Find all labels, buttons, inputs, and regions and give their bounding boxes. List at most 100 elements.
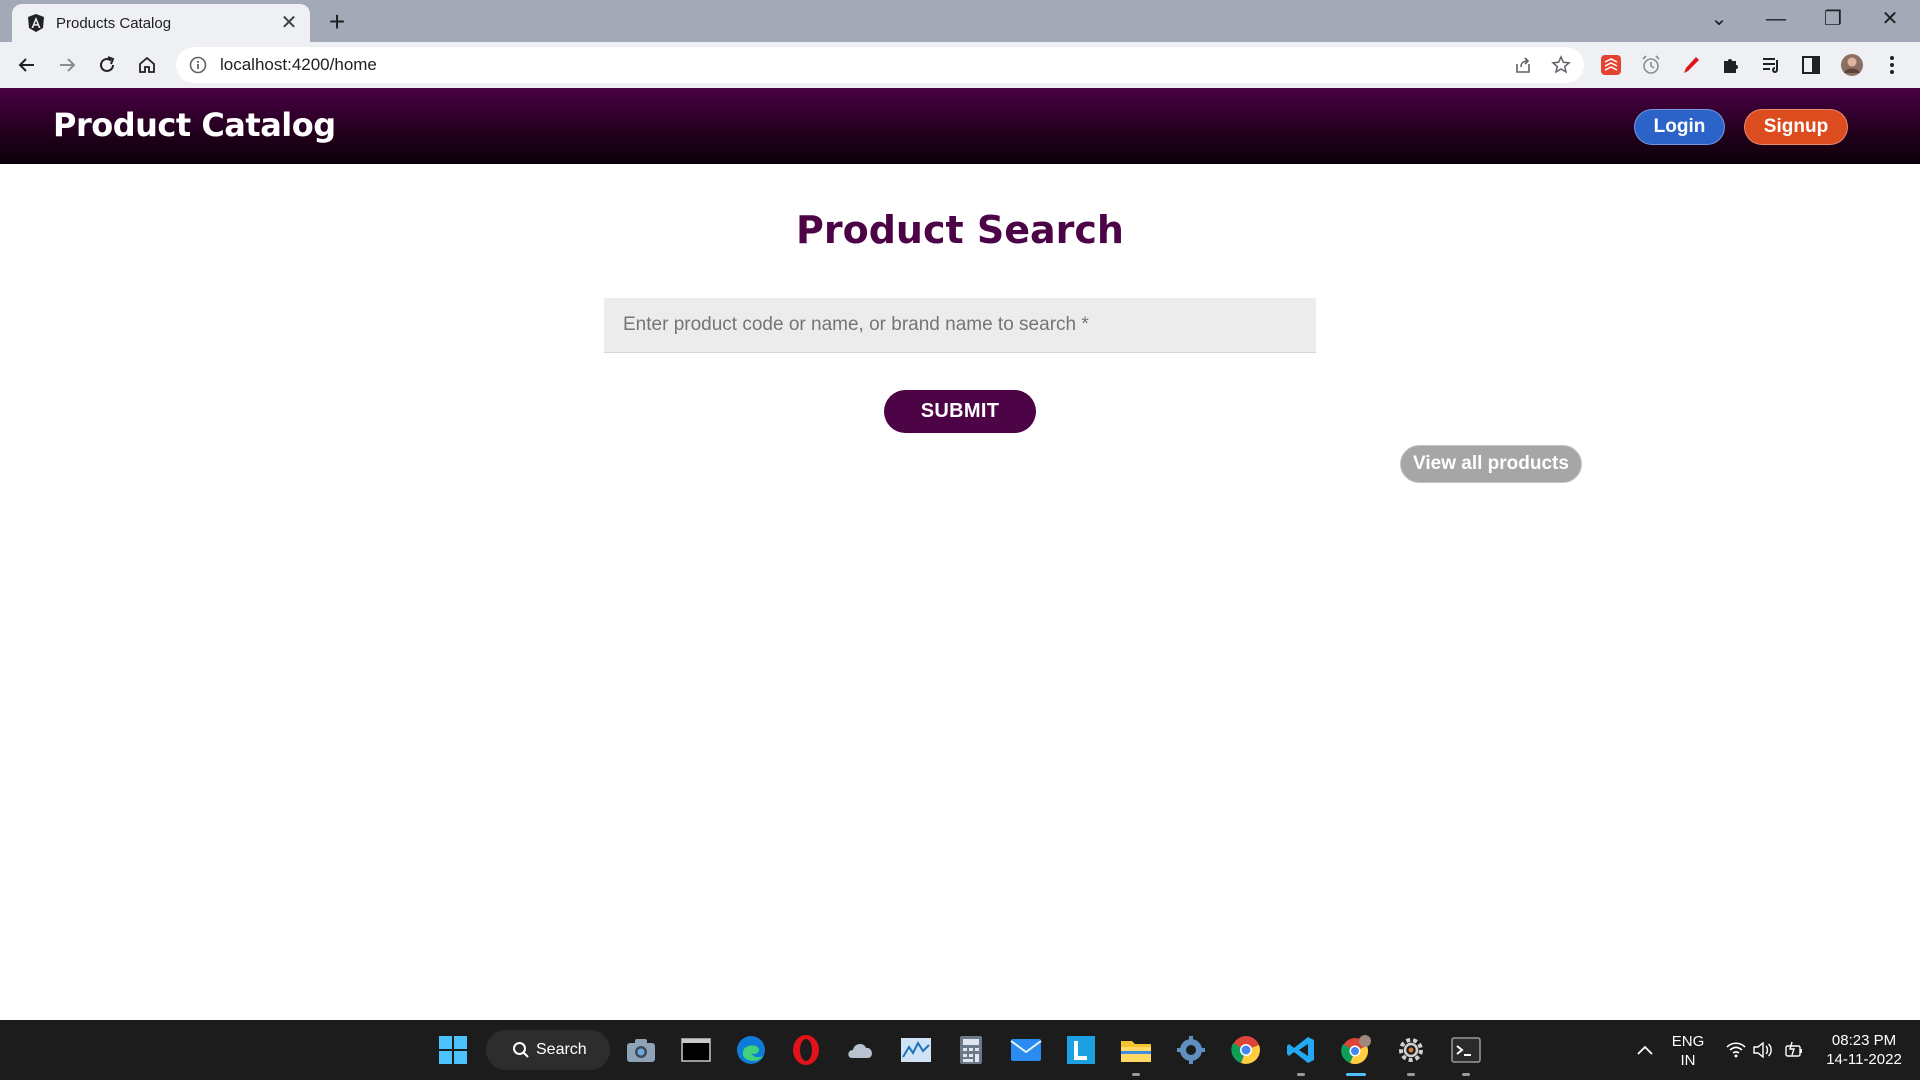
calculator-icon bbox=[960, 1036, 982, 1064]
cog-icon bbox=[1399, 1038, 1423, 1062]
playlist-icon bbox=[1763, 58, 1778, 73]
letter-l-app-icon bbox=[1067, 1036, 1095, 1064]
clock[interactable]: 08:23 PM 14-11-2022 bbox=[1818, 1031, 1910, 1069]
page-title: Product Search bbox=[796, 208, 1124, 252]
taskbar-resource-monitor[interactable] bbox=[898, 1032, 934, 1068]
taskbar-settings-app[interactable] bbox=[1393, 1032, 1429, 1076]
taskbar-edge[interactable] bbox=[733, 1032, 769, 1068]
todoist-icon bbox=[1601, 55, 1621, 75]
browser-tab-strip: Products Catalog ✕ + ⌄ — ❐ ✕ bbox=[0, 0, 1920, 42]
running-indicator bbox=[1132, 1073, 1140, 1076]
extension-pen-button[interactable] bbox=[1678, 53, 1704, 77]
taskbar-search[interactable]: Search bbox=[486, 1030, 610, 1070]
taskbar-chrome[interactable] bbox=[1228, 1032, 1264, 1068]
show-hidden-icons-button[interactable] bbox=[1627, 1032, 1663, 1068]
minimize-button[interactable]: — bbox=[1756, 6, 1796, 32]
angular-logo-icon bbox=[28, 14, 44, 32]
windows-taskbar: Search ENG IN 08:23 PM 14-11-2022 bbox=[0, 1020, 1920, 1080]
settings-gear-icon bbox=[1177, 1036, 1205, 1064]
mail-icon bbox=[1010, 1039, 1042, 1061]
home-button[interactable] bbox=[132, 52, 162, 78]
battery-charging-icon bbox=[1785, 1041, 1802, 1057]
taskbar-vscode[interactable] bbox=[1283, 1032, 1319, 1076]
clock-time: 08:23 PM bbox=[1831, 1032, 1897, 1049]
side-panel-icon bbox=[1802, 56, 1820, 74]
taskbar-calculator[interactable] bbox=[953, 1032, 989, 1068]
extensions-menu-button[interactable] bbox=[1718, 53, 1744, 77]
media-control-button[interactable] bbox=[1758, 53, 1784, 77]
forward-button[interactable] bbox=[52, 52, 82, 78]
chevron-up-icon bbox=[1637, 1045, 1653, 1055]
running-indicator bbox=[1462, 1073, 1470, 1076]
search-icon bbox=[513, 1042, 529, 1058]
browser-toolbar: localhost:4200/home bbox=[0, 42, 1920, 88]
taskbar-camera[interactable] bbox=[623, 1032, 659, 1068]
taskbar-cloud-app[interactable] bbox=[843, 1032, 879, 1068]
language-indicator[interactable]: ENG IN bbox=[1664, 1032, 1712, 1070]
share-button[interactable] bbox=[1508, 50, 1538, 80]
extension-todoist-button[interactable] bbox=[1598, 53, 1624, 77]
region-code: IN bbox=[1680, 1052, 1696, 1069]
back-button[interactable] bbox=[12, 52, 42, 78]
edge-browser-icon bbox=[737, 1036, 765, 1064]
signup-button[interactable]: Signup bbox=[1744, 109, 1848, 145]
submit-button[interactable]: SUBMIT bbox=[884, 390, 1036, 433]
red-pen-icon bbox=[1684, 57, 1699, 73]
site-info-icon[interactable] bbox=[188, 55, 208, 75]
new-tab-button[interactable]: + bbox=[324, 8, 350, 36]
search-input[interactable]: Enter product code or name, or brand nam… bbox=[604, 298, 1316, 353]
bookmark-button[interactable] bbox=[1546, 50, 1576, 80]
brand-title[interactable]: Product Catalog bbox=[53, 106, 336, 144]
url-text[interactable]: localhost:4200/home bbox=[220, 55, 1508, 75]
wifi-icon bbox=[1726, 1042, 1746, 1058]
share-icon bbox=[1516, 57, 1530, 73]
taskbar-terminal-window[interactable] bbox=[678, 1032, 714, 1068]
profile-button[interactable] bbox=[1839, 53, 1865, 77]
reload-button[interactable] bbox=[92, 52, 122, 78]
opera-browser-icon bbox=[793, 1035, 819, 1065]
side-panel-button[interactable] bbox=[1798, 53, 1824, 77]
taskbar-mail[interactable] bbox=[1008, 1032, 1044, 1068]
activity-chart-icon bbox=[901, 1038, 931, 1062]
taskbar-opera[interactable] bbox=[788, 1032, 824, 1068]
close-window-button[interactable]: ✕ bbox=[1870, 6, 1910, 32]
clock-date: 14-11-2022 bbox=[1826, 1051, 1902, 1068]
puzzle-piece-icon bbox=[1724, 59, 1738, 73]
active-indicator bbox=[1346, 1073, 1366, 1076]
speaker-icon bbox=[1753, 1042, 1772, 1058]
chrome-profile-icon bbox=[1341, 1035, 1371, 1064]
browser-tab[interactable]: Products Catalog ✕ bbox=[12, 4, 310, 42]
restore-button[interactable]: ❐ bbox=[1813, 6, 1853, 32]
chrome-browser-icon bbox=[1231, 1036, 1260, 1064]
tab-search-chevron-icon[interactable]: ⌄ bbox=[1699, 6, 1739, 32]
taskbar-file-explorer[interactable] bbox=[1118, 1032, 1154, 1076]
profile-avatar-icon bbox=[1841, 54, 1863, 76]
login-button[interactable]: Login bbox=[1634, 109, 1725, 145]
kebab-menu-icon bbox=[1890, 56, 1894, 74]
start-button[interactable] bbox=[435, 1032, 471, 1068]
browser-menu-button[interactable] bbox=[1879, 53, 1905, 77]
taskbar-settings-gear[interactable] bbox=[1173, 1032, 1209, 1068]
command-prompt-icon bbox=[681, 1038, 711, 1062]
vscode-icon bbox=[1287, 1037, 1314, 1063]
windows-logo-icon bbox=[439, 1036, 467, 1064]
address-bar[interactable]: localhost:4200/home bbox=[176, 47, 1584, 83]
taskbar-windows-terminal[interactable] bbox=[1448, 1032, 1484, 1076]
extension-alarm-button[interactable] bbox=[1638, 53, 1664, 77]
battery-status[interactable] bbox=[1776, 1032, 1812, 1068]
home-icon bbox=[139, 56, 155, 73]
camera-icon bbox=[627, 1039, 655, 1062]
terminal-icon bbox=[1451, 1037, 1481, 1063]
running-indicator bbox=[1407, 1073, 1415, 1076]
taskbar-search-label: Search bbox=[536, 1041, 587, 1058]
star-icon bbox=[1551, 55, 1571, 74]
tab-close-icon[interactable]: ✕ bbox=[278, 13, 300, 33]
taskbar-chrome-active[interactable] bbox=[1338, 1032, 1374, 1076]
alarm-clock-icon bbox=[1642, 55, 1660, 74]
reload-icon bbox=[100, 56, 115, 72]
cloud-app-icon bbox=[848, 1044, 872, 1058]
taskbar-l-app[interactable] bbox=[1063, 1032, 1099, 1068]
app-header: Product Catalog Login Signup bbox=[0, 88, 1920, 164]
tab-title: Products Catalog bbox=[56, 14, 172, 32]
view-all-products-button[interactable]: View all products bbox=[1400, 445, 1582, 483]
